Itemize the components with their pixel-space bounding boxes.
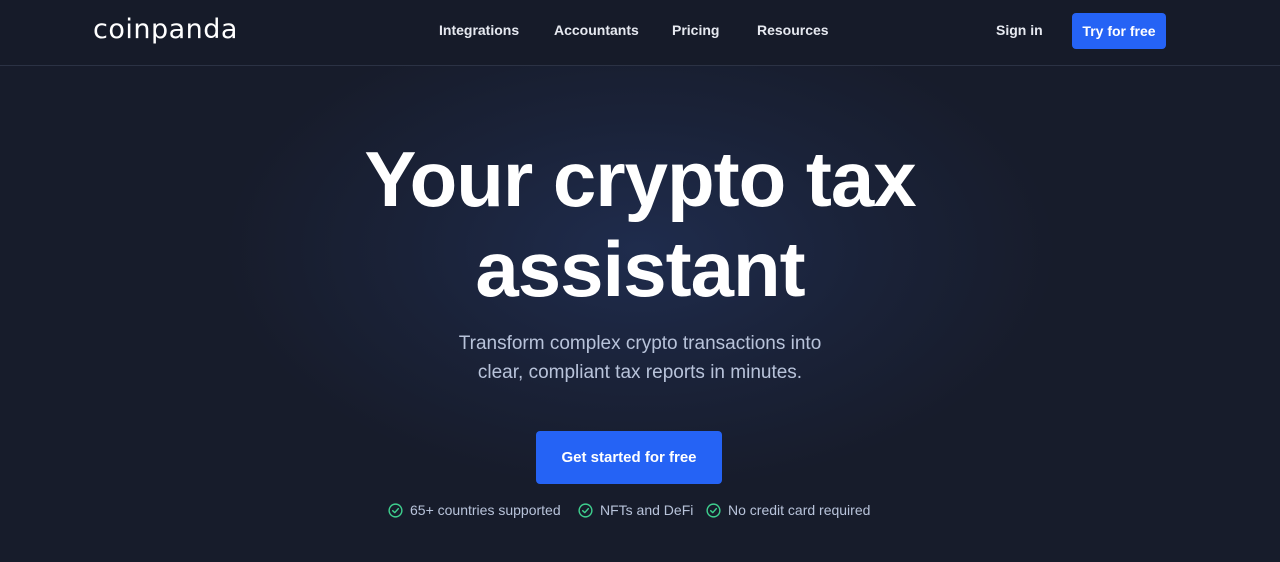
hero-title-line-1: Your crypto tax xyxy=(364,135,916,223)
hero-subtitle-line-1: Transform complex crypto transactions in… xyxy=(458,333,822,354)
check-circle-icon xyxy=(578,502,593,518)
hero-title: Your crypto tax assistant xyxy=(0,134,1280,314)
check-circle-icon xyxy=(388,502,403,518)
hero-subtitle-line-2: clear, compliant tax reports in minutes. xyxy=(477,362,803,383)
try-for-free-button[interactable]: Try for free xyxy=(1072,13,1166,49)
feature-list: 65+ countries supported NFTs and DeFi No… xyxy=(0,502,1280,522)
feature-label: No credit card required xyxy=(728,502,871,518)
hero-title-line-2: assistant xyxy=(475,225,805,313)
nav-link-integrations[interactable]: Integrations xyxy=(439,22,519,38)
get-started-button[interactable]: Get started for free xyxy=(536,431,722,484)
nav-link-pricing[interactable]: Pricing xyxy=(672,22,719,38)
feature-item-countries: 65+ countries supported xyxy=(388,502,561,518)
sign-in-link[interactable]: Sign in xyxy=(996,22,1043,38)
top-navbar: coinpanda Integrations Accountants Prici… xyxy=(0,0,1280,66)
feature-label: NFTs and DeFi xyxy=(600,502,694,518)
feature-item-nfts: NFTs and DeFi xyxy=(578,502,693,518)
nav-link-resources[interactable]: Resources xyxy=(757,22,829,38)
hero-subtitle: Transform complex crypto transactions in… xyxy=(0,329,1280,387)
check-circle-icon xyxy=(706,502,721,518)
feature-label: 65+ countries supported xyxy=(410,502,561,518)
nav-link-accountants[interactable]: Accountants xyxy=(554,22,639,38)
feature-item-no-credit-card: No credit card required xyxy=(706,502,870,518)
